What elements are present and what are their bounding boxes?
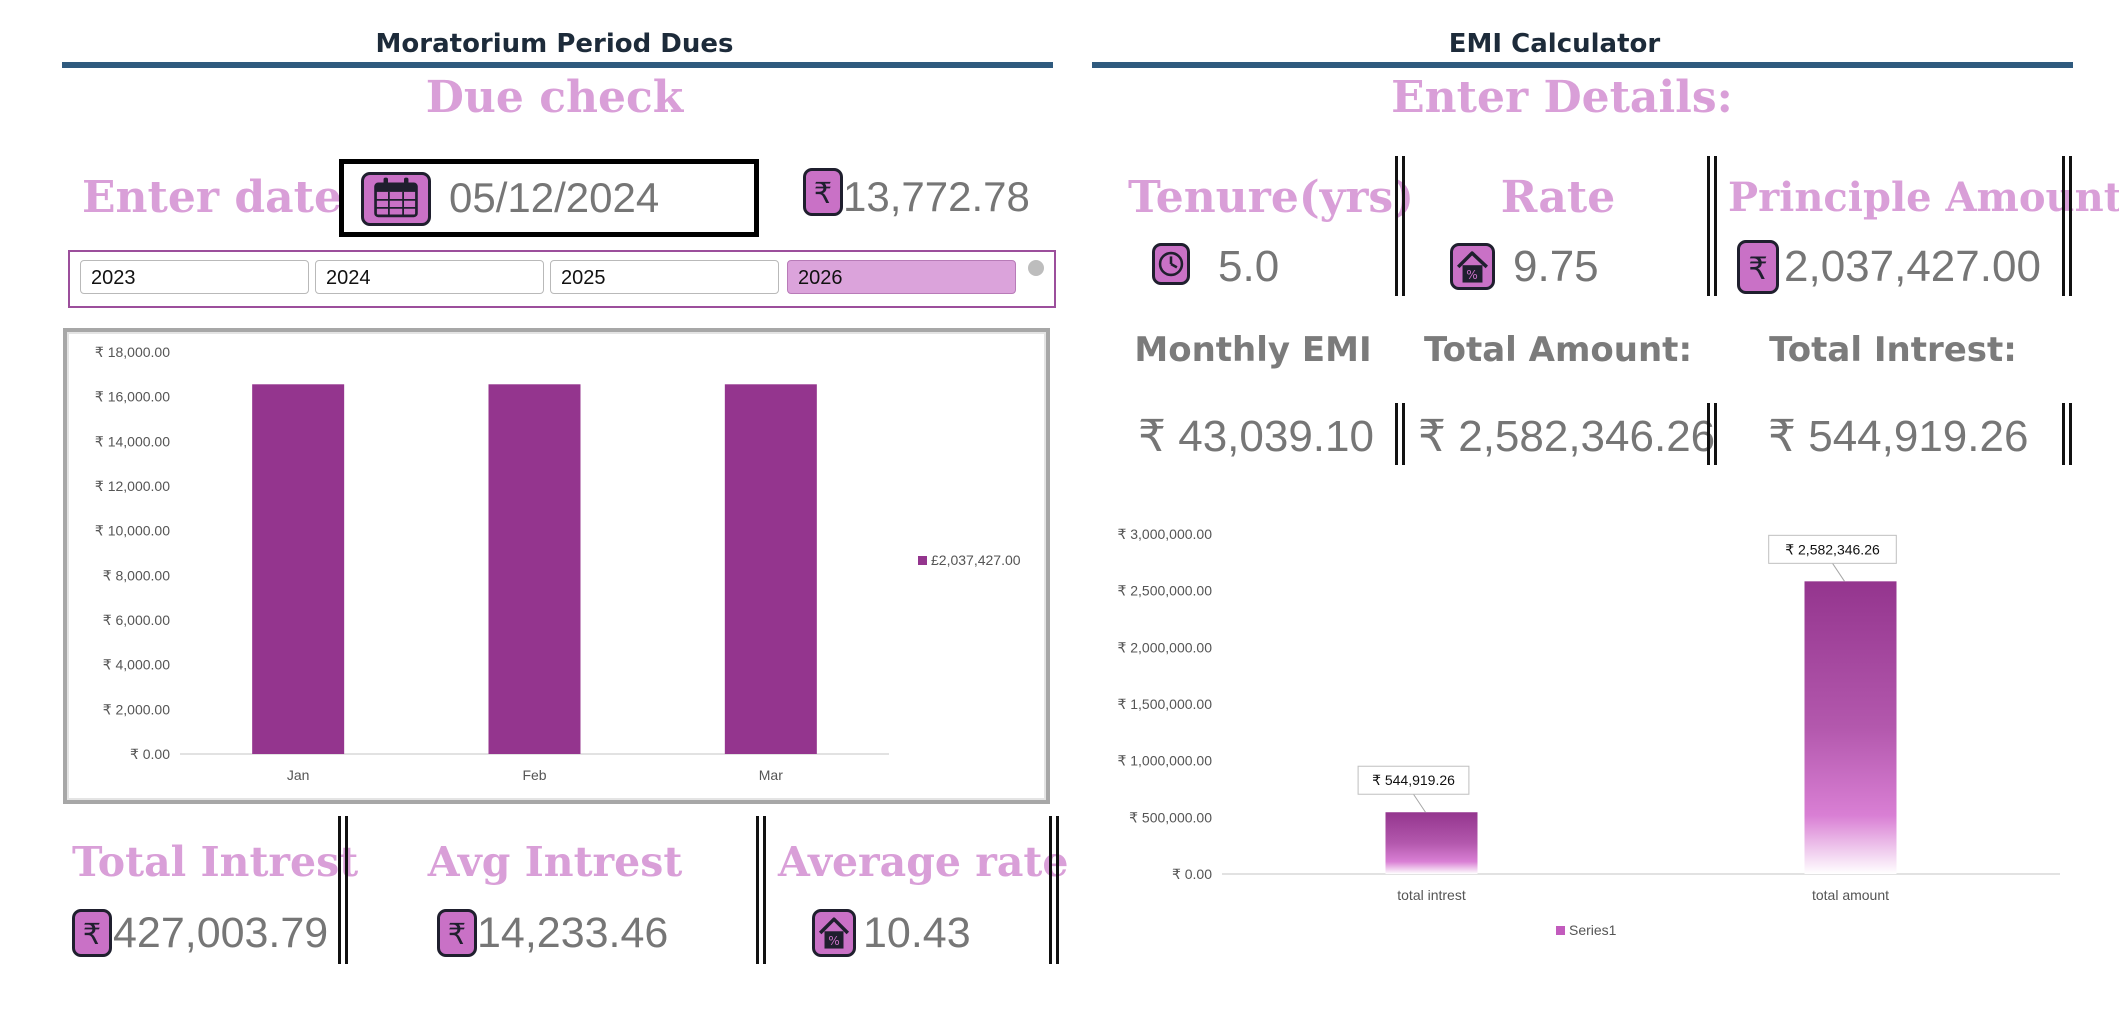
legend-label: £2,037,427.00: [931, 552, 1021, 568]
divider: [338, 816, 348, 964]
divider: [1049, 816, 1059, 964]
date-value: 05/12/2024: [449, 174, 660, 221]
x-tick-label: total amount: [1812, 887, 1889, 903]
bar-mar: [724, 384, 817, 754]
tenure-value[interactable]: 5.0: [1218, 240, 1279, 294]
year-button-2023[interactable]: 2023: [80, 260, 309, 294]
monthly-emi-value: ₹ 43,039.10: [1138, 412, 1374, 461]
moratorium-title-rule: [62, 62, 1053, 68]
data-label: ₹ 544,919.26: [1372, 772, 1455, 788]
divider: [1707, 156, 1717, 296]
x-tick-label: Feb: [522, 767, 546, 783]
emi-chart: ₹ 0.00 ₹ 500,000.00 ₹ 1,000,000.00 ₹ 1,500,…: [1092, 510, 2072, 950]
y-tick-label: ₹ 4,000.00: [103, 657, 171, 673]
rate-value[interactable]: 9.75: [1513, 240, 1599, 294]
emi-chart-svg: ₹ 0.00 ₹ 500,000.00 ₹ 1,000,000.00 ₹ 1,500,…: [1117, 526, 2060, 938]
rupee-icon: ₹: [803, 168, 843, 216]
year-button-2024[interactable]: 2024: [315, 260, 544, 294]
y-tick-label: ₹ 8,000.00: [103, 567, 171, 583]
divider: [2062, 403, 2072, 465]
enter-date-label: Enter date :: [82, 172, 374, 223]
y-tick-label: ₹ 0.00: [1172, 866, 1212, 882]
y-tick-label: ₹ 0.00: [130, 746, 170, 762]
y-tick-label: ₹ 1,000,000.00: [1117, 753, 1212, 769]
data-label-leader: [1832, 563, 1845, 582]
total-amount-label: Total Amount:: [1423, 330, 1693, 370]
rupee-icon: ₹: [437, 909, 477, 957]
avg-interest-value: 14,233.46: [477, 909, 669, 957]
year-slicer[interactable]: 2023 2024 2025 2026: [68, 250, 1056, 308]
house-percent-icon: %: [812, 909, 856, 957]
slicer-scroll-dot[interactable]: [1028, 260, 1044, 276]
bar-total-amount: [1804, 581, 1897, 874]
x-tick-label: Jan: [287, 767, 310, 783]
rupee-icon: ₹: [1737, 240, 1779, 294]
svg-text:₹: ₹: [814, 176, 832, 210]
rupee-icon: ₹: [72, 909, 112, 957]
clock-icon: [1152, 243, 1190, 285]
y-tick-label: ₹ 10,000.00: [95, 523, 170, 539]
total-interest-value: 427,003.79: [113, 909, 329, 957]
tenure-label: Tenure(yrs): [1128, 172, 1414, 223]
moratorium-chart: ₹ 0.00 ₹ 2,000.00 ₹ 4,000.00 ₹ 6,000.00 ₹ 8,…: [63, 328, 1050, 804]
y-tick-label: ₹ 16,000.00: [95, 389, 170, 405]
y-tick-label: ₹ 12,000.00: [95, 478, 170, 494]
x-tick-label: total intrest: [1397, 887, 1466, 903]
average-rate-value: 10.43: [863, 909, 971, 957]
legend-swatch: [1556, 926, 1565, 935]
svg-text:₹: ₹: [448, 917, 466, 951]
principal-label: Principle Amount: [1728, 174, 2119, 221]
total-interest-label: Total Intrest: [72, 838, 359, 886]
moratorium-title: Moratorium Period Dues: [375, 29, 734, 59]
svg-text:%: %: [828, 934, 839, 948]
year-button-2026[interactable]: 2026: [787, 260, 1016, 294]
svg-text:₹: ₹: [1748, 251, 1768, 287]
calendar-icon: [361, 172, 431, 226]
total-amount-value: ₹ 2,582,346.26: [1418, 412, 1716, 461]
svg-text:%: %: [1466, 268, 1478, 282]
bar-total-intrest: [1385, 812, 1478, 874]
divider: [756, 816, 766, 964]
emi-title-rule: [1092, 62, 2073, 68]
data-label-leader: [1413, 793, 1426, 813]
divider: [1395, 156, 1405, 296]
year-button-2025[interactable]: 2025: [550, 260, 779, 294]
data-label: ₹ 2,582,346.26: [1785, 541, 1880, 557]
y-tick-label: ₹ 3,000,000.00: [1117, 526, 1212, 542]
y-tick-label: ₹ 6,000.00: [103, 612, 171, 628]
y-tick-label: ₹ 14,000.00: [95, 433, 170, 449]
principal-value[interactable]: 2,037,427.00: [1784, 240, 2041, 294]
divider: [1395, 403, 1405, 465]
svg-text:₹: ₹: [83, 917, 101, 951]
rate-label: Rate: [1500, 172, 1616, 223]
divider: [2062, 156, 2072, 296]
emi-title: EMI Calculator: [1448, 29, 1661, 59]
due-check-heading: Due check: [425, 72, 684, 123]
y-tick-label: ₹ 500,000.00: [1129, 809, 1212, 825]
bar-feb: [488, 384, 581, 754]
average-rate-label: Average rate: [778, 838, 1069, 886]
moratorium-chart-svg: ₹ 0.00 ₹ 2,000.00 ₹ 4,000.00 ₹ 6,000.00 ₹ 8,…: [95, 344, 1021, 783]
monthly-emi-label: Monthly EMI: [1134, 330, 1372, 370]
y-tick-label: ₹ 1,500,000.00: [1117, 696, 1212, 712]
y-tick-label: ₹ 18,000.00: [95, 344, 170, 360]
date-input[interactable]: 05/12/2024: [339, 159, 759, 237]
bar-jan: [252, 384, 345, 754]
legend-label: Series1: [1569, 922, 1617, 938]
legend-swatch: [918, 556, 927, 565]
divider: [1707, 403, 1717, 465]
y-tick-label: ₹ 2,000,000.00: [1117, 639, 1212, 655]
due-amount-value: 13,772.78: [843, 173, 1030, 220]
house-percent-icon: %: [1450, 243, 1495, 290]
enter-details-heading: Enter Details:: [1391, 72, 1733, 123]
total-interest-value-emi: ₹ 544,919.26: [1768, 412, 2029, 461]
avg-interest-label: Avg Intrest: [427, 838, 683, 886]
x-tick-label: Mar: [759, 767, 783, 783]
total-interest-label-emi: Total Intrest:: [1769, 330, 2017, 370]
y-tick-label: ₹ 2,500,000.00: [1117, 583, 1212, 599]
y-tick-label: ₹ 2,000.00: [103, 701, 171, 717]
